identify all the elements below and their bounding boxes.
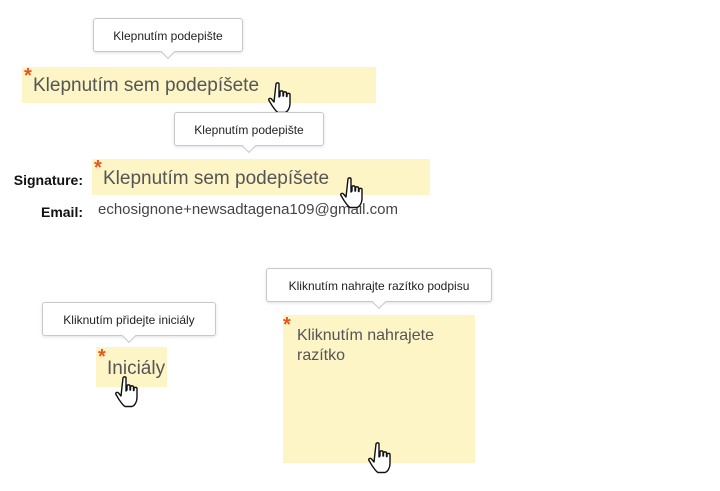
- signature-main-tooltip: Klepnutím podepište: [174, 112, 324, 146]
- hand-pointer-icon: [340, 177, 363, 209]
- signature-top-tooltip: Klepnutím podepište: [93, 18, 243, 52]
- signature-label: Signature:: [13, 172, 83, 188]
- required-marker: *: [98, 346, 106, 368]
- stamp-tooltip-text: Kliknutím nahrajte razítko podpisu: [288, 279, 470, 293]
- stamp-placeholder: Kliknutím nahrajete razítko: [297, 327, 434, 364]
- required-marker: *: [94, 157, 102, 179]
- signature-top-field[interactable]: * Klepnutím sem podepíšete: [22, 65, 376, 103]
- signature-main-tooltip-text: Klepnutím podepište: [194, 123, 304, 137]
- required-marker: *: [24, 65, 32, 87]
- hand-pointer-icon: [368, 442, 391, 474]
- initials-tooltip-text: Kliknutím přidejte iniciály: [63, 313, 195, 327]
- signature-top-placeholder: Klepnutím sem podepíšete: [33, 75, 260, 96]
- required-marker: *: [283, 314, 291, 336]
- signature-main-placeholder: Klepnutím sem podepíšete: [103, 168, 330, 189]
- signature-top-tooltip-text: Klepnutím podepište: [113, 29, 223, 43]
- stamp-field[interactable]: * Kliknutím nahrajete razítko: [283, 315, 475, 463]
- signature-main-field[interactable]: * Klepnutím sem podepíšete: [92, 157, 430, 195]
- hand-pointer-icon: [115, 376, 138, 408]
- email-label: Email:: [40, 204, 83, 220]
- stamp-tooltip: Kliknutím nahrajte razítko podpisu: [266, 268, 492, 302]
- initials-tooltip: Kliknutím přidejte iniciály: [42, 302, 216, 336]
